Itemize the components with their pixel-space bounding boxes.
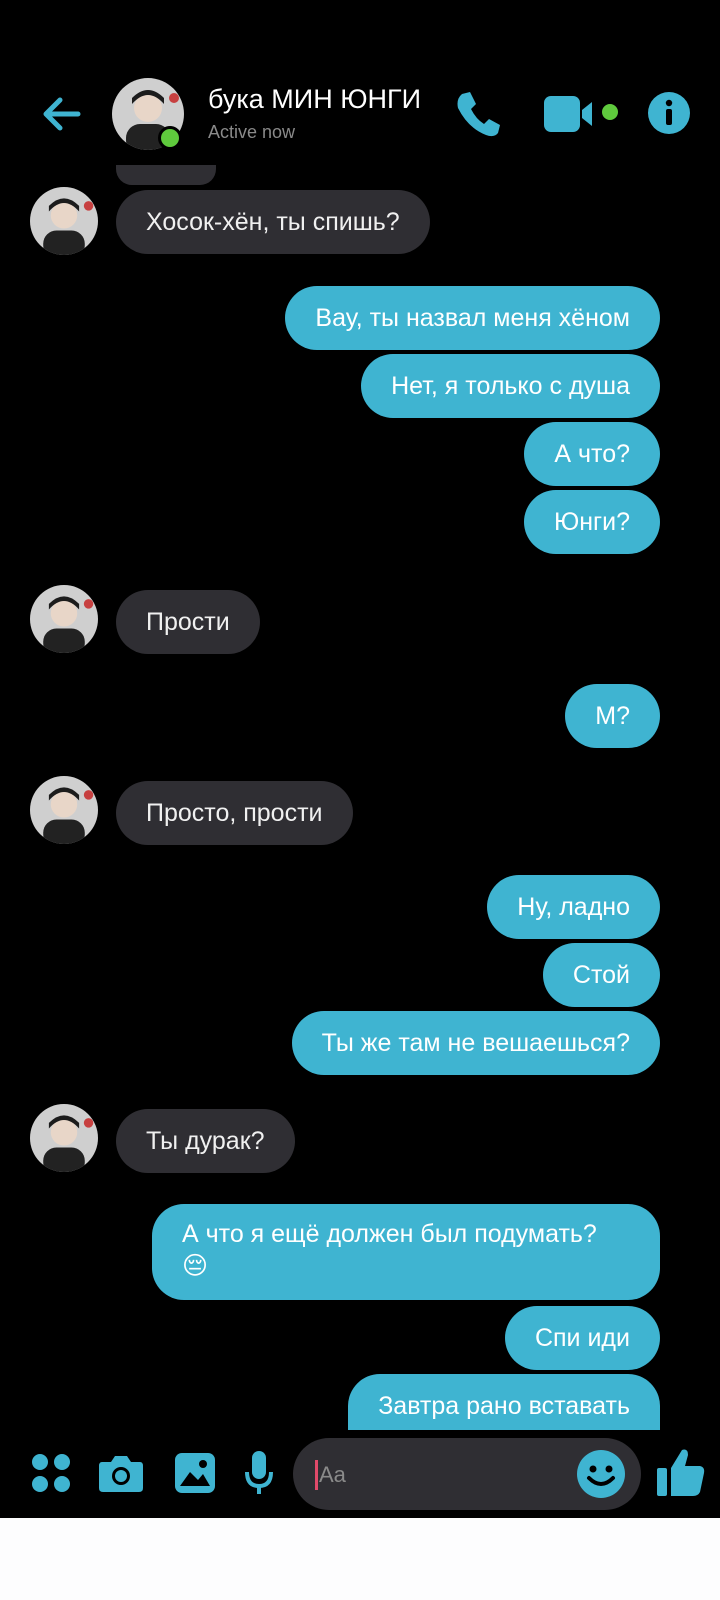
sender-avatar[interactable] [30,776,98,844]
message-outgoing[interactable]: Юнги? [523,490,660,554]
message-text: А что я ещё должен был подумать? [182,1220,597,1248]
online-indicator [158,126,182,150]
message-outgoing[interactable]: Вау, ты назвал меня хёном [285,286,660,350]
input-placeholder: Aa [319,1462,346,1487]
message-incoming[interactable]: Прости [116,590,260,654]
thumbs-up-icon[interactable] [656,1446,706,1498]
message-incoming[interactable]: Просто, прости [116,781,353,845]
previous-message-edge [116,165,216,185]
message-outgoing[interactable]: А что? [524,422,660,486]
gallery-icon[interactable] [174,1452,216,1494]
message-outgoing[interactable]: Ты же там не вешаешься? [291,1011,660,1075]
text-cursor [315,1460,318,1490]
contact-status: Active now [208,122,296,142]
message-input[interactable]: Aa [293,1438,641,1510]
message-incoming[interactable]: Ты дурак? [116,1109,295,1173]
messenger-chat: бука МИН ЮНГИ Active now Хосок-хён, ты с… [0,0,720,1518]
message-outgoing[interactable]: Стой [542,943,660,1007]
message-incoming[interactable]: Хосок-хён, ты спишь? [116,190,430,254]
microphone-icon[interactable] [244,1450,274,1496]
message-outgoing[interactable]: А что я ещё должен был подумать? 😔 [152,1204,660,1300]
sender-avatar[interactable] [30,585,98,653]
video-call-icon[interactable] [544,94,630,134]
message-outgoing[interactable]: М? [565,684,660,748]
apps-icon[interactable] [30,1452,72,1494]
pensive-emoji: 😔 [182,1252,209,1280]
message-outgoing[interactable]: Завтра рано вставать [348,1374,660,1430]
phone-call-icon[interactable] [452,88,504,140]
system-navigation-area [0,1518,720,1600]
sender-avatar[interactable] [30,187,98,255]
message-outgoing[interactable]: Спи иди [504,1306,660,1370]
message-outgoing[interactable]: Ну, ладно [487,875,660,939]
composer-bar: Aa [0,1430,720,1518]
camera-icon[interactable] [98,1452,144,1494]
back-arrow-icon[interactable] [38,90,86,138]
message-outgoing[interactable]: Нет, я только с душа [361,354,660,418]
chat-header: бука МИН ЮНГИ Active now [0,60,720,170]
info-icon[interactable] [646,90,692,136]
sender-avatar[interactable] [30,1104,98,1172]
emoji-icon[interactable] [575,1448,627,1500]
contact-name[interactable]: бука МИН ЮНГИ [208,84,421,115]
